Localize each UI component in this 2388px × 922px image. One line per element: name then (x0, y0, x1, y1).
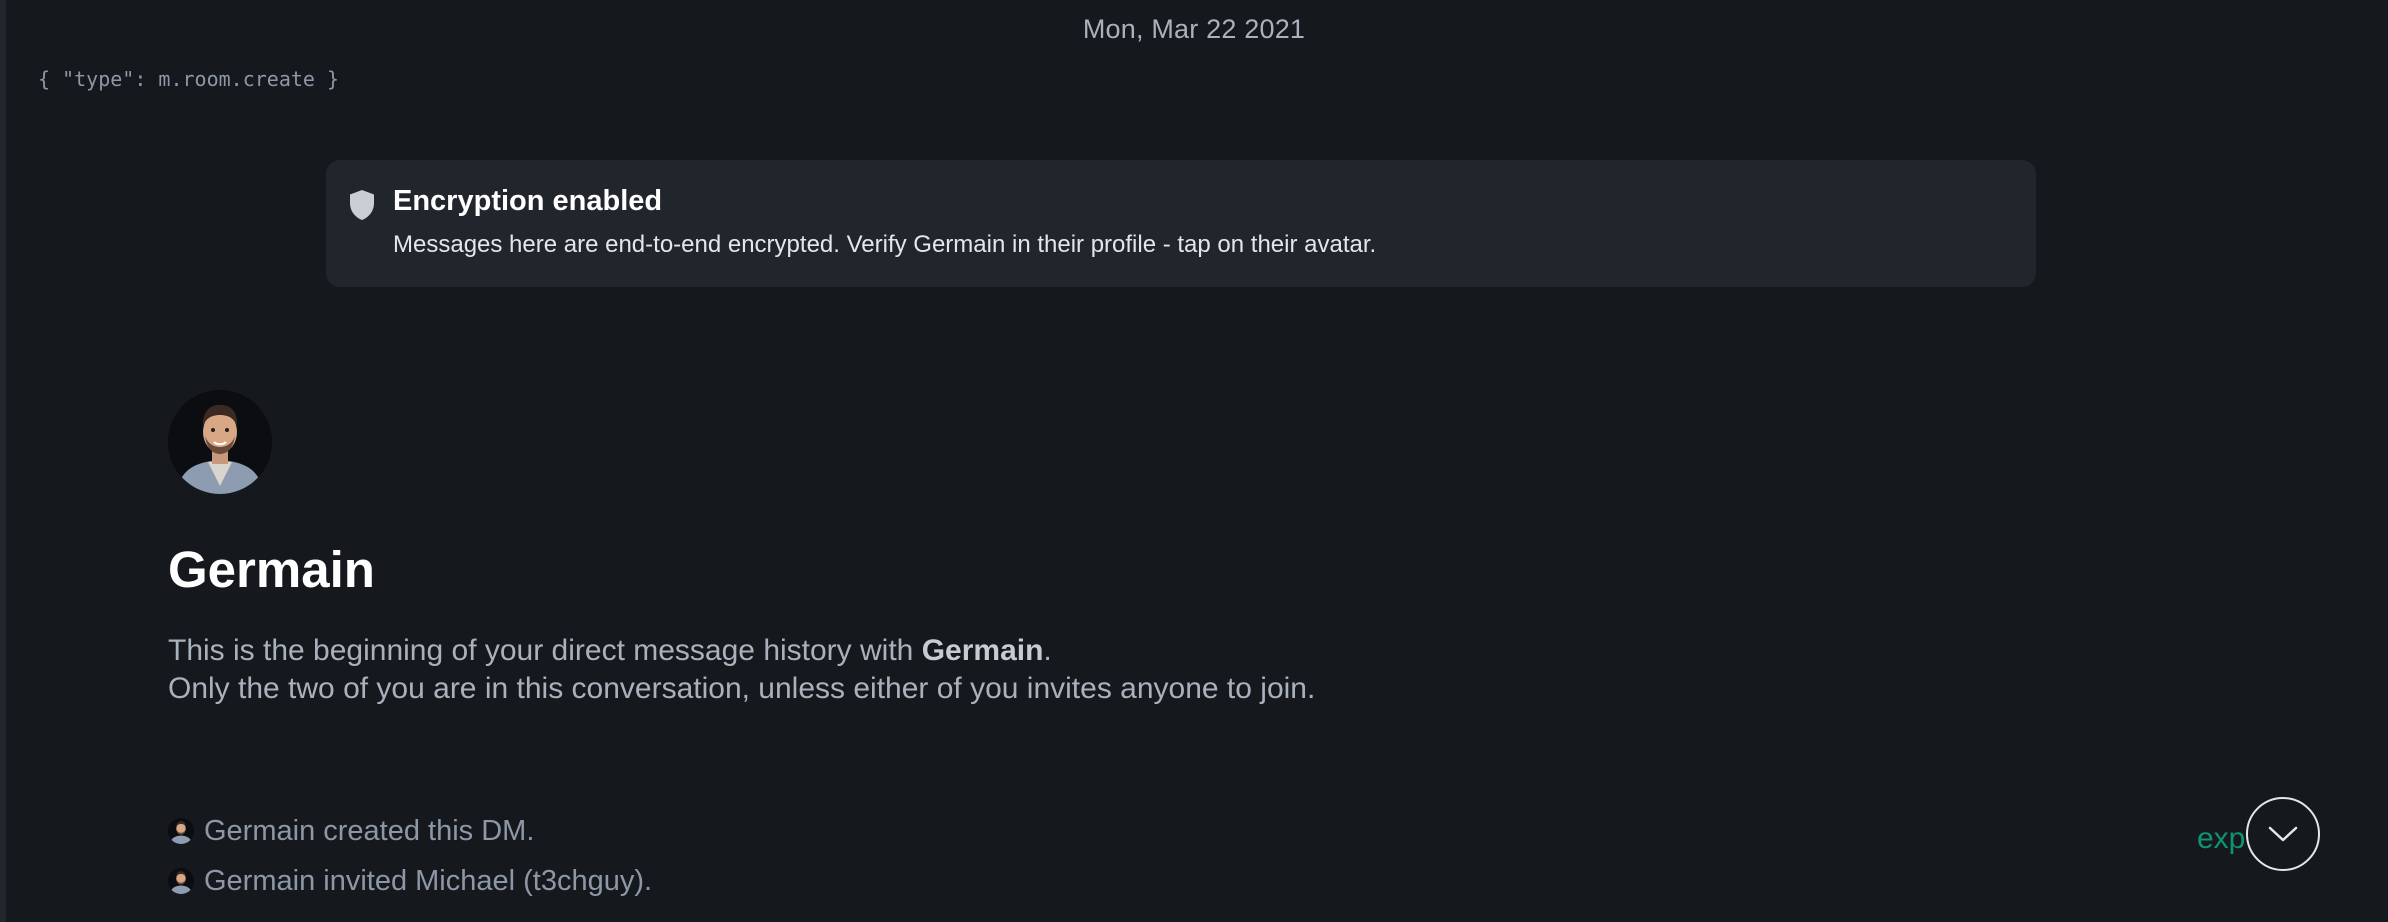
shield-icon (350, 190, 374, 220)
jump-to-bottom-button[interactable] (2246, 797, 2320, 871)
membership-event: Germain invited Michael (t3chguy). (168, 865, 652, 897)
user-avatar-small[interactable] (168, 868, 194, 894)
intro-user-name: Germain (921, 634, 1044, 667)
intro-prefix: This is the beginning of your direct mes… (168, 634, 922, 667)
room-name-heading: Germain (168, 541, 375, 598)
encryption-notice-description: Messages here are end-to-end encrypted. … (393, 231, 1377, 258)
user-avatar-small[interactable] (168, 818, 194, 844)
room-intro-text: This is the beginning of your direct mes… (168, 632, 1315, 708)
encryption-notice: Encryption enabled Messages here are end… (326, 160, 2036, 287)
event-text: Germain created this DM. (204, 814, 535, 847)
room-intro-line-2: Only the two of you are in this conversa… (168, 672, 1316, 705)
avatar-photo (168, 868, 194, 894)
chevron-down-icon (2268, 826, 2298, 842)
expand-events-link[interactable]: exp (2197, 822, 2245, 856)
date-separator: Mon, Mar 22 2021 (1082, 14, 1306, 44)
hidden-event-debug-text: { "type": m.room.create } (38, 67, 340, 91)
panel-divider[interactable] (0, 0, 6, 922)
user-avatar[interactable] (168, 390, 272, 494)
encryption-notice-title: Encryption enabled (393, 185, 663, 217)
room-intro-line-1: This is the beginning of your direct mes… (168, 632, 1315, 670)
room-timeline: Mon, Mar 22 2021 { "type": m.room.create… (0, 0, 2388, 922)
event-text: Germain invited Michael (t3chguy). (204, 864, 653, 897)
membership-event: Germain created this DM. (168, 815, 534, 847)
avatar-photo (168, 818, 194, 844)
avatar-photo (168, 390, 272, 494)
intro-suffix: . (1043, 634, 1052, 667)
